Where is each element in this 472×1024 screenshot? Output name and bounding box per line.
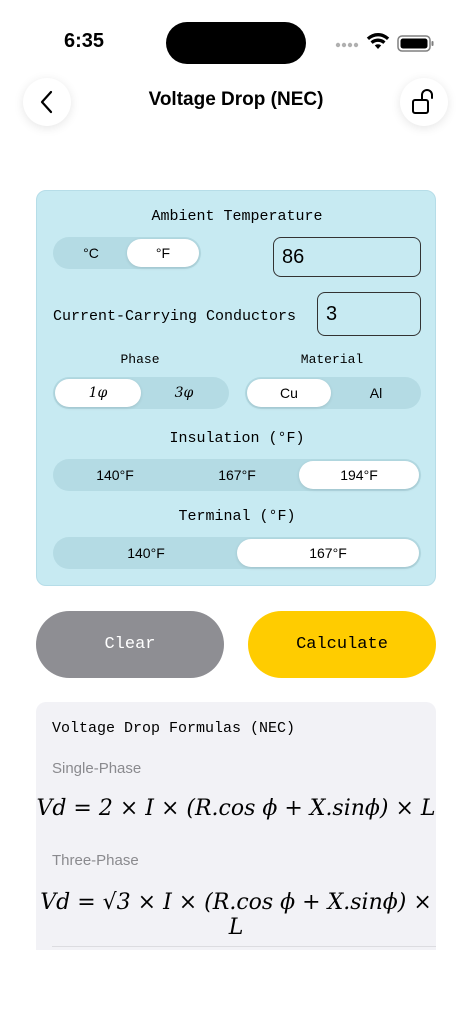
divider <box>52 946 436 947</box>
insulation-segmented: 140°F 167°F 194°F <box>53 459 421 491</box>
phase-label: Phase <box>120 352 160 367</box>
terminal-label: Terminal (°F) <box>178 508 296 525</box>
wifi-icon <box>366 33 390 49</box>
temperature-unit-segmented: °C °F <box>53 237 201 269</box>
material-label: Material <box>300 352 364 367</box>
settings-card: Ambient Temperature °C °F 86 Current-Car… <box>36 190 436 586</box>
insulation-label: Insulation (°F) <box>169 430 305 447</box>
insulation-option-140[interactable]: 140°F <box>55 461 175 489</box>
unit-option-fahrenheit[interactable]: °F <box>127 239 199 267</box>
formulas-title: Voltage Drop Formulas (NEC) <box>52 720 296 737</box>
cellular-signal-icon <box>335 42 359 48</box>
single-phase-formula: Vd = 2 × I × (R.cos ϕ + X.sinϕ) × L <box>36 796 436 821</box>
unit-option-celsius[interactable]: °C <box>55 239 127 267</box>
single-phase-label: Single-Phase <box>52 760 142 777</box>
terminal-segmented: 140°F 167°F <box>53 537 421 569</box>
terminal-option-167[interactable]: 167°F <box>237 539 419 567</box>
three-phase-label: Three-Phase <box>52 852 139 869</box>
terminal-option-140[interactable]: 140°F <box>55 539 237 567</box>
material-option-al[interactable]: Al <box>333 379 419 407</box>
insulation-option-194[interactable]: 194°F <box>299 461 419 489</box>
ambient-temperature-input[interactable]: 86 <box>273 237 421 277</box>
formulas-panel: Voltage Drop Formulas (NEC) Single-Phase… <box>36 702 436 950</box>
insulation-option-167[interactable]: 167°F <box>177 461 297 489</box>
dynamic-island <box>166 22 306 64</box>
ccc-label: Current-Carrying Conductors <box>53 308 297 325</box>
clear-button[interactable]: Clear <box>36 611 224 678</box>
ambient-temperature-label: Ambient Temperature <box>151 208 323 225</box>
phase-option-three[interactable]: 3φ <box>141 379 227 407</box>
unlock-icon <box>412 89 433 114</box>
phase-segmented: 1φ 3φ <box>53 377 229 409</box>
calculate-button[interactable]: Calculate <box>248 611 436 678</box>
ccc-input[interactable]: 3 <box>317 292 421 336</box>
status-time: 6:35 <box>64 30 105 52</box>
status-icons <box>334 33 436 53</box>
phase-option-single[interactable]: 1φ <box>55 379 141 407</box>
battery-icon <box>397 35 434 52</box>
material-option-cu[interactable]: Cu <box>247 379 331 407</box>
material-segmented: Cu Al <box>245 377 421 409</box>
three-phase-formula: Vd = √3 × I × (R.cos ϕ + X.sinϕ) × L <box>40 890 432 940</box>
lock-button[interactable] <box>400 78 448 126</box>
